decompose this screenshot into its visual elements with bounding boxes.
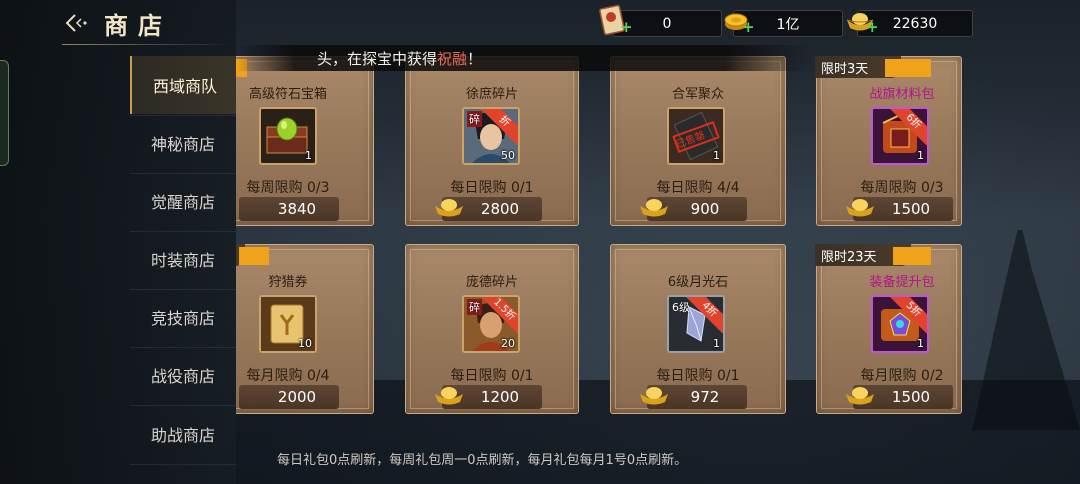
silver-ingot-icon [432,381,466,409]
silver-ingot-icon [637,193,671,221]
time-limit-text: 限时3天 [821,61,869,77]
item-price: 900 [690,200,720,218]
item-name: 庞德碎片 [465,275,518,290]
add-gold-button[interactable]: + [742,18,755,36]
silver-ingot-icon [432,193,466,221]
item-price: 1200 [480,388,520,406]
item-name: 徐庶碎片 [465,87,518,102]
shop-card[interactable]: 6级月光石 6级 4折 1 每日限购 0/1 972 [610,244,786,414]
fragment-tag: 碎 [467,299,482,315]
item-icon-frame[interactable]: 碎 1.5折 20 [462,295,520,353]
price-button[interactable]: 1500 [846,385,953,409]
item-icon-frame[interactable]: 1 [259,107,317,165]
purchase-limit: 每周限购 0/3 [860,180,944,196]
item-quantity: 20 [501,337,515,350]
item-level: 6级 [672,301,690,314]
item-quantity: 10 [298,337,312,350]
currency-gold-value: 1亿 [776,16,800,33]
shop-card[interactable]: 徐庶碎片 碎 折 50 每日限购 0/1 2800 [405,56,579,226]
item-name: 6级月光石 [667,275,729,290]
add-token-button[interactable]: + [620,18,633,36]
item-quantity: 1 [713,149,720,162]
item-quantity: 1 [917,149,924,162]
sidebar-item-xiyu-caravan[interactable]: 西域商队 [130,56,238,114]
ribbon-accent [893,247,931,265]
item-name: 战旗材料包 [869,87,935,102]
shop-grid[interactable]: 高级符石宝箱 1 每周限购 0/3 3840 徐庶碎片 碎 折 50 每日限购 … [236,50,966,430]
item-price: 972 [690,388,720,406]
announcement-ticker: 头，在探宝中获得 祝融！ [237,45,811,71]
sidebar-item-campaign-shop[interactable]: 战役商店 [130,346,236,404]
sidebar-item-awaken-shop[interactable]: 觉醒商店 [130,172,236,230]
time-limit-text: 限时23天 [821,249,877,265]
shop-card[interactable]: 高级符石宝箱 1 每周限购 0/3 3840 [236,56,374,226]
ticker-suffix: ！ [467,49,483,68]
sidebar-item-support-shop[interactable]: 助战商店 [130,405,236,463]
sidebar: 商店 西域商队 神秘商店 觉醒商店 时装商店 竞技商店 战役商店 助战商店 [0,0,238,484]
shop-card[interactable]: 庞德碎片 碎 1.5折 20 每日限购 0/1 1200 [405,244,579,414]
item-quantity: 1 [305,149,312,162]
item-icon-frame[interactable]: 已售罄 1 [667,107,725,165]
item-icon-frame[interactable]: 6级 4折 1 [667,295,725,353]
sidebar-item-mystery-shop[interactable]: 神秘商店 [130,114,236,172]
sidebar-item-fashion-shop[interactable]: 时装商店 [130,230,236,288]
ticker-prefix: 头，在探宝中获得 [317,49,438,68]
item-icon-frame[interactable]: 5折 1 [871,295,929,353]
item-quantity: 1 [917,337,924,350]
ribbon-accent [885,59,931,77]
back-arrow-icon[interactable] [62,9,90,37]
item-price: 1500 [891,200,931,218]
shop-card[interactable]: 限时23天 装备提升包 5折 1 每月限购 0/2 1500 [815,244,962,414]
price-button[interactable]: 1500 [846,197,953,221]
divider [130,464,236,465]
item-icon-frame[interactable]: 10 [259,295,317,353]
purchase-limit: 每周限购 0/3 [246,180,330,196]
silver-ingot-icon [843,381,877,409]
item-name: 高级符石宝箱 [248,87,327,102]
price-button[interactable]: 2000 [239,385,339,409]
item-price: 1500 [891,388,931,406]
shop-card[interactable]: 天 狩猎券 10 每月限购 0/4 2000 [236,244,374,414]
page-title: 商店 [104,10,172,40]
price-button[interactable]: 1200 [435,385,542,409]
price-button[interactable]: 972 [640,385,747,409]
item-price: 2800 [480,200,520,218]
item-quantity: 50 [501,149,515,162]
item-name: 装备提升包 [869,275,935,290]
item-price: 2000 [277,388,317,406]
item-name: 合军聚众 [671,87,724,102]
silver-ingot-icon [637,381,671,409]
purchase-limit: 每月限购 0/2 [860,368,944,384]
purchase-limit: 每月限购 0/4 [246,368,330,384]
shop-card[interactable]: 合军聚众 已售罄 1 每日限购 4/4 900 [610,56,786,226]
price-button[interactable]: 2800 [435,197,542,221]
refresh-note: 每日礼包0点刷新，每周礼包周一0点刷新，每月礼包每月1号0点刷新。 [277,453,688,468]
item-icon-frame[interactable]: 6折 1 [871,107,929,165]
item-icon-frame[interactable]: 碎 折 50 [462,107,520,165]
sidebar-item-arena-shop[interactable]: 竞技商店 [130,288,236,346]
ribbon-accent [239,247,269,265]
currency-silver-value: 22630 [892,15,938,32]
item-quantity: 1 [713,337,720,350]
silver-ingot-icon [843,193,877,221]
title-divider [62,44,236,45]
price-button[interactable]: 900 [640,197,747,221]
fragment-tag: 碎 [467,111,482,127]
header: 商店 [62,6,172,40]
shop-card[interactable]: 限时3天 战旗材料包 6折 1 每周限购 0/3 1500 [815,56,962,226]
side-drawer-handle[interactable] [0,60,9,166]
item-name: 狩猎券 [268,275,308,290]
ticker-highlight: 祝融 [437,49,468,68]
price-button[interactable]: 3840 [239,197,339,221]
add-silver-button[interactable]: + [866,18,879,36]
currency-token-value: 0 [662,15,672,32]
item-price: 3840 [277,200,317,218]
